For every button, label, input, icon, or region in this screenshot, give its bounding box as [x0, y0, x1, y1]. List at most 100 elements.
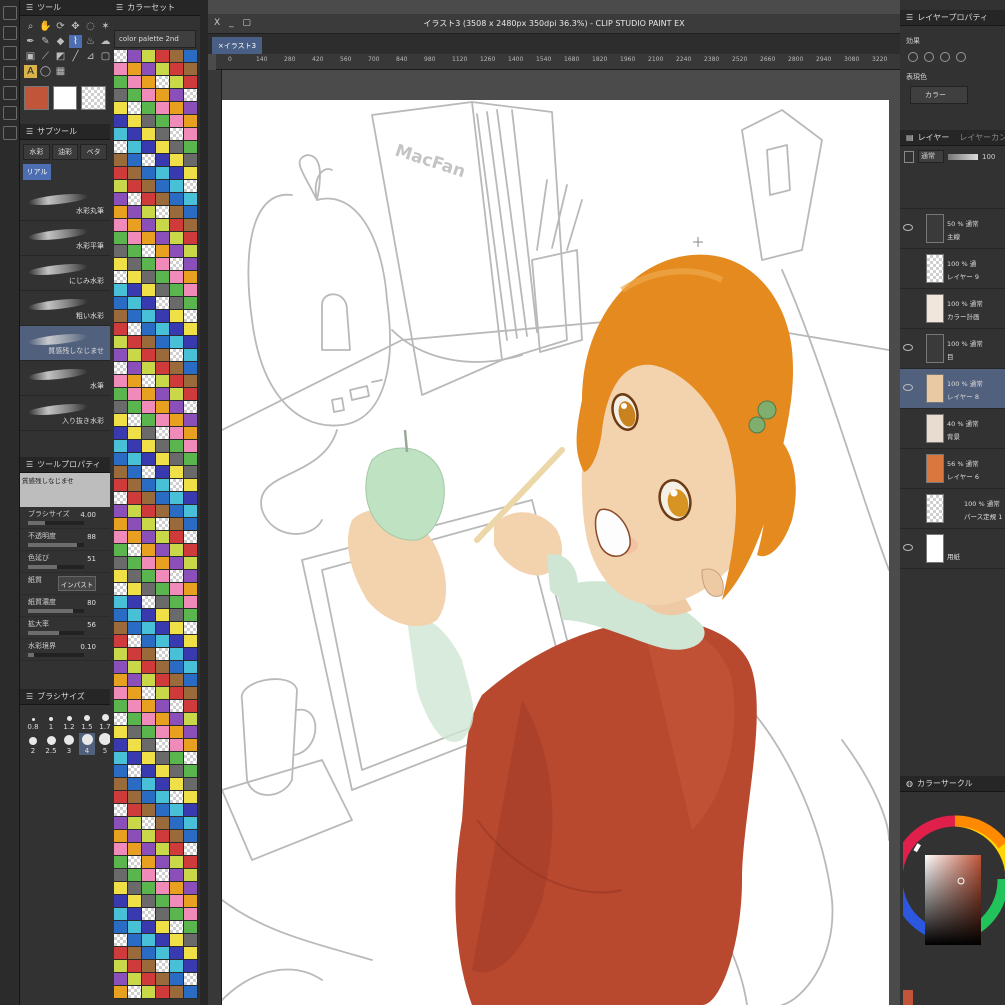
palette-swatch[interactable] [142, 557, 156, 570]
color-stretch-property[interactable]: 色延び 51 [20, 551, 110, 573]
palette-swatch[interactable] [114, 700, 128, 713]
palette-swatch[interactable] [142, 401, 156, 414]
watercolor-edge-value[interactable]: 0.10 [80, 643, 96, 651]
palette-swatch[interactable] [170, 388, 184, 401]
palette-swatch[interactable] [184, 271, 198, 284]
palette-swatch[interactable] [128, 752, 142, 765]
palette-swatch[interactable] [170, 206, 184, 219]
palette-swatch[interactable] [170, 635, 184, 648]
palette-swatch[interactable] [128, 89, 142, 102]
palette-swatch[interactable] [184, 141, 198, 154]
palette-swatch[interactable] [114, 284, 128, 297]
rotate-icon[interactable]: ⟳ [54, 20, 67, 33]
palette-swatch[interactable] [184, 921, 198, 934]
palette-swatch[interactable] [142, 349, 156, 362]
palette-swatch[interactable] [128, 713, 142, 726]
palette-swatch[interactable] [184, 778, 198, 791]
palette-swatch[interactable] [128, 804, 142, 817]
hand-icon[interactable]: ✋ [39, 20, 52, 33]
palette-swatch[interactable] [142, 921, 156, 934]
palette-swatch[interactable] [142, 830, 156, 843]
palette-swatch[interactable] [156, 336, 170, 349]
layer-rail-icon[interactable] [3, 126, 17, 140]
palette-swatch[interactable] [142, 674, 156, 687]
color-circle-panel[interactable] [891, 815, 1005, 1005]
palette-swatch[interactable] [170, 50, 184, 63]
palette-swatch[interactable] [142, 297, 156, 310]
palette-swatch[interactable] [170, 180, 184, 193]
palette-swatch[interactable] [156, 687, 170, 700]
palette-swatch[interactable] [170, 869, 184, 882]
palette-swatch[interactable] [184, 856, 198, 869]
palette-swatch[interactable] [114, 856, 128, 869]
palette-swatch[interactable] [184, 960, 198, 973]
palette-swatch[interactable] [114, 908, 128, 921]
palette-swatch[interactable] [156, 219, 170, 232]
palette-swatch[interactable] [128, 401, 142, 414]
tool-panel-icon[interactable] [3, 6, 17, 20]
layer-row[interactable]: 100 % 通常目 [900, 329, 1005, 369]
paper-density-property[interactable]: 紙質濃度 80 [20, 595, 110, 617]
palette-swatch[interactable] [128, 258, 142, 271]
palette-swatch[interactable] [184, 193, 198, 206]
palette-swatch[interactable] [170, 154, 184, 167]
move-icon[interactable]: ✥ [69, 20, 82, 33]
palette-swatch[interactable] [170, 882, 184, 895]
palette-swatch[interactable] [128, 921, 142, 934]
palette-swatch[interactable] [128, 791, 142, 804]
brush-size-preset[interactable]: 1.2 [61, 709, 77, 731]
palette-swatch[interactable] [114, 544, 128, 557]
palette-swatch[interactable] [128, 648, 142, 661]
palette-swatch[interactable] [128, 297, 142, 310]
palette-swatch[interactable] [170, 830, 184, 843]
palette-swatch[interactable] [170, 232, 184, 245]
palette-swatch[interactable] [156, 466, 170, 479]
palette-swatch[interactable] [128, 219, 142, 232]
palette-swatch[interactable] [142, 245, 156, 258]
palette-swatch[interactable] [156, 895, 170, 908]
palette-swatch[interactable] [142, 609, 156, 622]
palette-swatch[interactable] [142, 193, 156, 206]
palette-swatch[interactable] [184, 687, 198, 700]
palette-swatch[interactable] [184, 466, 198, 479]
palette-swatch[interactable] [156, 960, 170, 973]
palette-swatch[interactable] [114, 687, 128, 700]
palette-swatch[interactable] [184, 115, 198, 128]
scale-value[interactable]: 56 [87, 621, 96, 629]
palette-swatch[interactable] [156, 531, 170, 544]
palette-swatch[interactable] [142, 89, 156, 102]
palette-swatch[interactable] [128, 986, 142, 999]
pencil-icon[interactable]: ✎ [39, 35, 52, 48]
palette-swatch[interactable] [142, 778, 156, 791]
palette-swatch[interactable] [114, 648, 128, 661]
palette-swatch[interactable] [128, 245, 142, 258]
balloon-icon[interactable]: ◯ [39, 65, 52, 78]
color-palette-grid[interactable] [114, 50, 198, 1000]
palette-swatch[interactable] [184, 349, 198, 362]
palette-swatch[interactable] [156, 700, 170, 713]
layer-tab[interactable]: レイヤー [918, 132, 950, 143]
palette-swatch[interactable] [128, 63, 142, 76]
palette-swatch[interactable] [114, 557, 128, 570]
palette-swatch[interactable] [128, 232, 142, 245]
palette-swatch[interactable] [156, 986, 170, 999]
palette-swatch[interactable] [114, 440, 128, 453]
ruler-icon[interactable]: ⊿ [84, 50, 97, 63]
palette-swatch[interactable] [156, 544, 170, 557]
palette-swatch[interactable] [156, 284, 170, 297]
palette-swatch[interactable] [142, 479, 156, 492]
document-tab[interactable]: × イラスト3 [212, 37, 262, 54]
palette-swatch[interactable] [128, 583, 142, 596]
palette-swatch[interactable] [170, 609, 184, 622]
palette-swatch[interactable] [142, 960, 156, 973]
palette-swatch[interactable] [114, 479, 128, 492]
palette-swatch[interactable] [156, 570, 170, 583]
palette-swatch[interactable] [170, 76, 184, 89]
color-circle-widget[interactable] [891, 815, 1005, 1005]
palette-swatch[interactable] [128, 492, 142, 505]
palette-swatch[interactable] [142, 310, 156, 323]
palette-swatch[interactable] [114, 167, 128, 180]
palette-swatch[interactable] [156, 908, 170, 921]
palette-swatch[interactable] [170, 284, 184, 297]
palette-swatch[interactable] [156, 921, 170, 934]
